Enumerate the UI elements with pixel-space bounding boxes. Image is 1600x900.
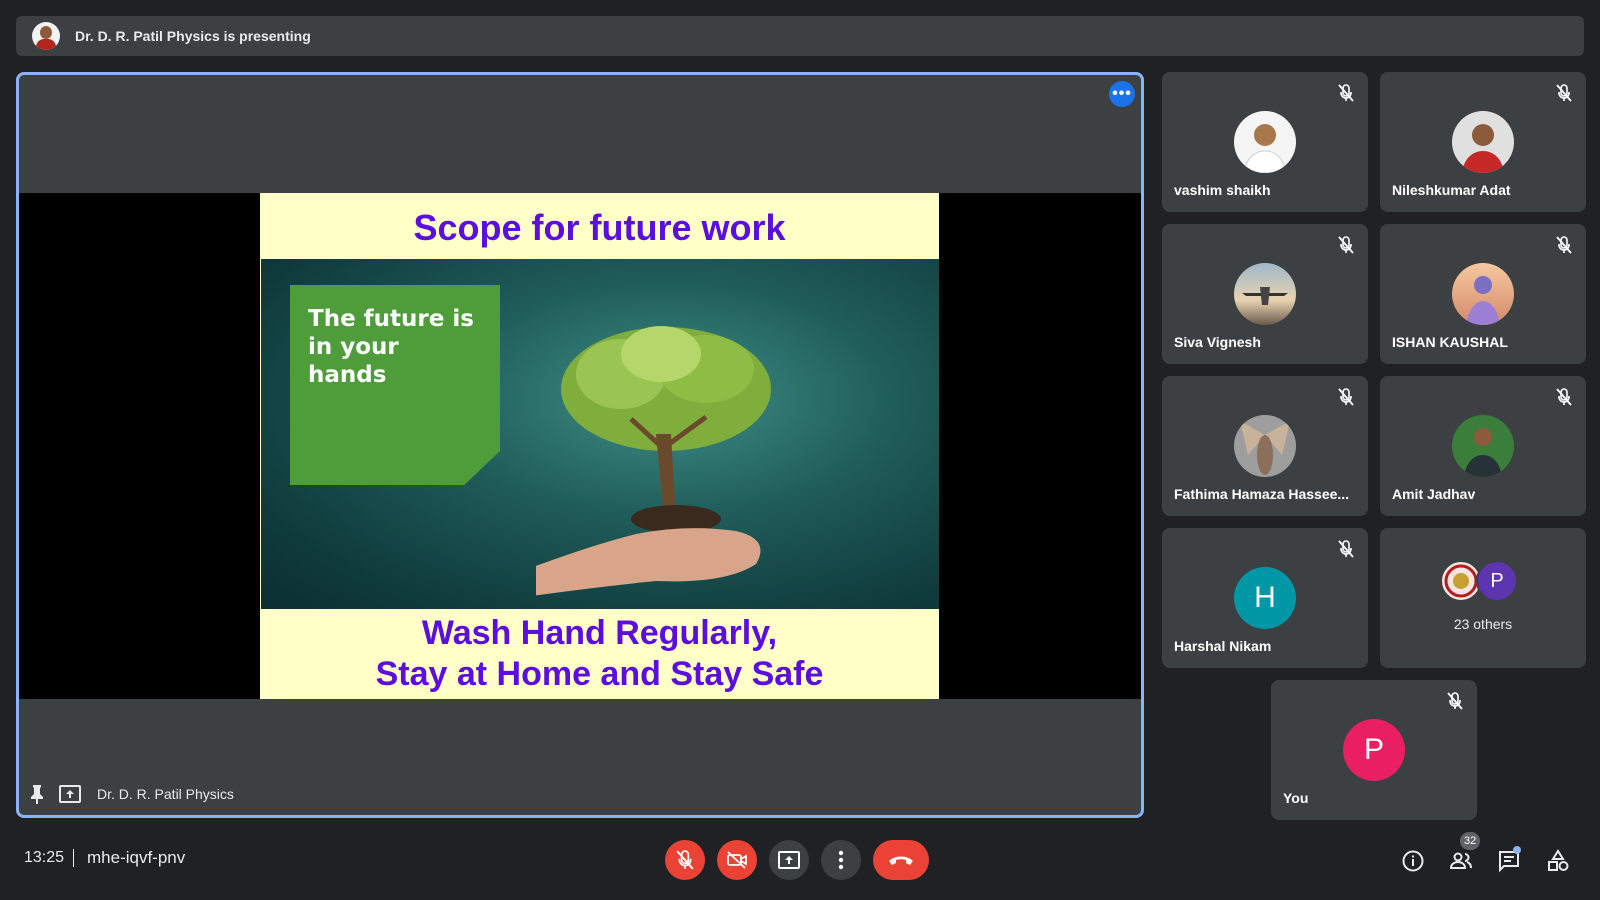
- presentation-stage[interactable]: ••• Scope for future work The future is …: [16, 72, 1144, 818]
- mic-off-icon: [1556, 388, 1572, 406]
- others-count: 23 others: [1453, 616, 1513, 632]
- participant-name: Siva Vignesh: [1174, 334, 1261, 350]
- presenting-text: Dr. D. R. Patil Physics is presenting: [75, 28, 311, 44]
- participant-avatar: [1234, 415, 1296, 477]
- mic-off-icon: [1338, 388, 1354, 406]
- participant-name: Fathima Hamaza Hassee...: [1174, 486, 1350, 502]
- participant-name: ISHAN KAUSHAL: [1392, 334, 1508, 350]
- participant-tile[interactable]: H Harshal Nikam: [1162, 528, 1368, 668]
- participant-tile[interactable]: vashim shaikh: [1162, 72, 1368, 212]
- participant-tile[interactable]: Siva Vignesh: [1162, 224, 1368, 364]
- slide-callout-line1: The future is: [308, 306, 474, 332]
- shared-screen: Scope for future work The future is in y…: [19, 193, 1141, 699]
- presenting-banner: Dr. D. R. Patil Physics is presenting: [16, 16, 1584, 56]
- slide-footer-line1: Wash Hand Regularly,: [421, 614, 778, 652]
- participant-tile[interactable]: Fathima Hamaza Hassee...: [1162, 376, 1368, 516]
- participant-avatar: [1452, 111, 1514, 173]
- participant-avatar: [1234, 111, 1296, 173]
- more-vert-icon: [838, 850, 844, 870]
- participant-avatar: [1234, 263, 1296, 325]
- slide-title: Scope for future work: [413, 207, 786, 248]
- self-avatar: P: [1343, 719, 1405, 781]
- chat-notification-dot: [1513, 846, 1521, 854]
- slide-callout-box: The future is in your hands: [290, 285, 500, 485]
- camera-off-icon: [727, 851, 747, 869]
- participant-name: Harshal Nikam: [1174, 638, 1272, 654]
- others-tile[interactable]: P 23 others: [1380, 528, 1586, 668]
- mic-off-icon: [1338, 540, 1354, 558]
- presenter-avatar: [32, 22, 60, 50]
- self-name: You: [1283, 790, 1309, 806]
- mic-off-icon: [676, 850, 694, 870]
- participant-name: vashim shaikh: [1174, 182, 1271, 198]
- presentation-icon: [59, 785, 81, 803]
- participant-tile[interactable]: Nileshkumar Adat: [1380, 72, 1586, 212]
- tree-in-hands-illustration: [536, 326, 771, 596]
- camera-toggle-button[interactable]: [717, 840, 757, 880]
- present-screen-button[interactable]: [769, 840, 809, 880]
- present-screen-icon: [778, 851, 800, 869]
- slide-footer-line2: Stay at Home and Stay Safe: [375, 655, 824, 693]
- mic-off-icon: [1556, 84, 1572, 102]
- slide-image: The future is in your hands: [261, 259, 939, 609]
- slide: Scope for future work The future is in y…: [260, 193, 939, 699]
- meeting-info-icon[interactable]: [1401, 849, 1425, 873]
- people-count-badge: 32: [1460, 832, 1481, 850]
- participant-tile[interactable]: Amit Jadhav: [1380, 376, 1586, 516]
- participant-name: Amit Jadhav: [1392, 486, 1476, 502]
- participant-tile[interactable]: ISHAN KAUSHAL: [1380, 224, 1586, 364]
- pin-icon[interactable]: [29, 784, 45, 804]
- activities-icon[interactable]: [1546, 849, 1570, 873]
- stage-footer: Dr. D. R. Patil Physics: [29, 781, 234, 807]
- participant-avatar: P: [1476, 560, 1518, 602]
- people-icon[interactable]: [1449, 849, 1473, 873]
- mic-toggle-button[interactable]: [665, 840, 705, 880]
- presenter-name: Dr. D. R. Patil Physics: [97, 786, 234, 802]
- self-tile[interactable]: P You: [1271, 680, 1477, 820]
- slide-footer: Wash Hand Regularly, Stay at Home and St…: [260, 613, 939, 695]
- others-avatar-group: P: [1440, 560, 1540, 604]
- mic-off-icon: [1338, 84, 1354, 102]
- more-options-menu-button[interactable]: [821, 840, 861, 880]
- slide-callout-line2: in your hands: [308, 334, 399, 388]
- participant-avatar: [1452, 415, 1514, 477]
- participant-avatar: H: [1234, 567, 1296, 629]
- meeting-code: mhe-iqvf-pnv: [87, 848, 186, 867]
- participant-name: Nileshkumar Adat: [1392, 182, 1511, 198]
- more-options-button[interactable]: •••: [1109, 81, 1135, 107]
- clock: 13:25: [24, 849, 65, 866]
- participant-avatar: [1452, 263, 1514, 325]
- leave-call-button[interactable]: [873, 840, 929, 880]
- mic-off-icon: [1556, 236, 1572, 254]
- mic-off-icon: [1338, 236, 1354, 254]
- mic-off-icon: [1447, 692, 1463, 710]
- end-call-icon: [889, 856, 913, 865]
- divider: [73, 849, 74, 867]
